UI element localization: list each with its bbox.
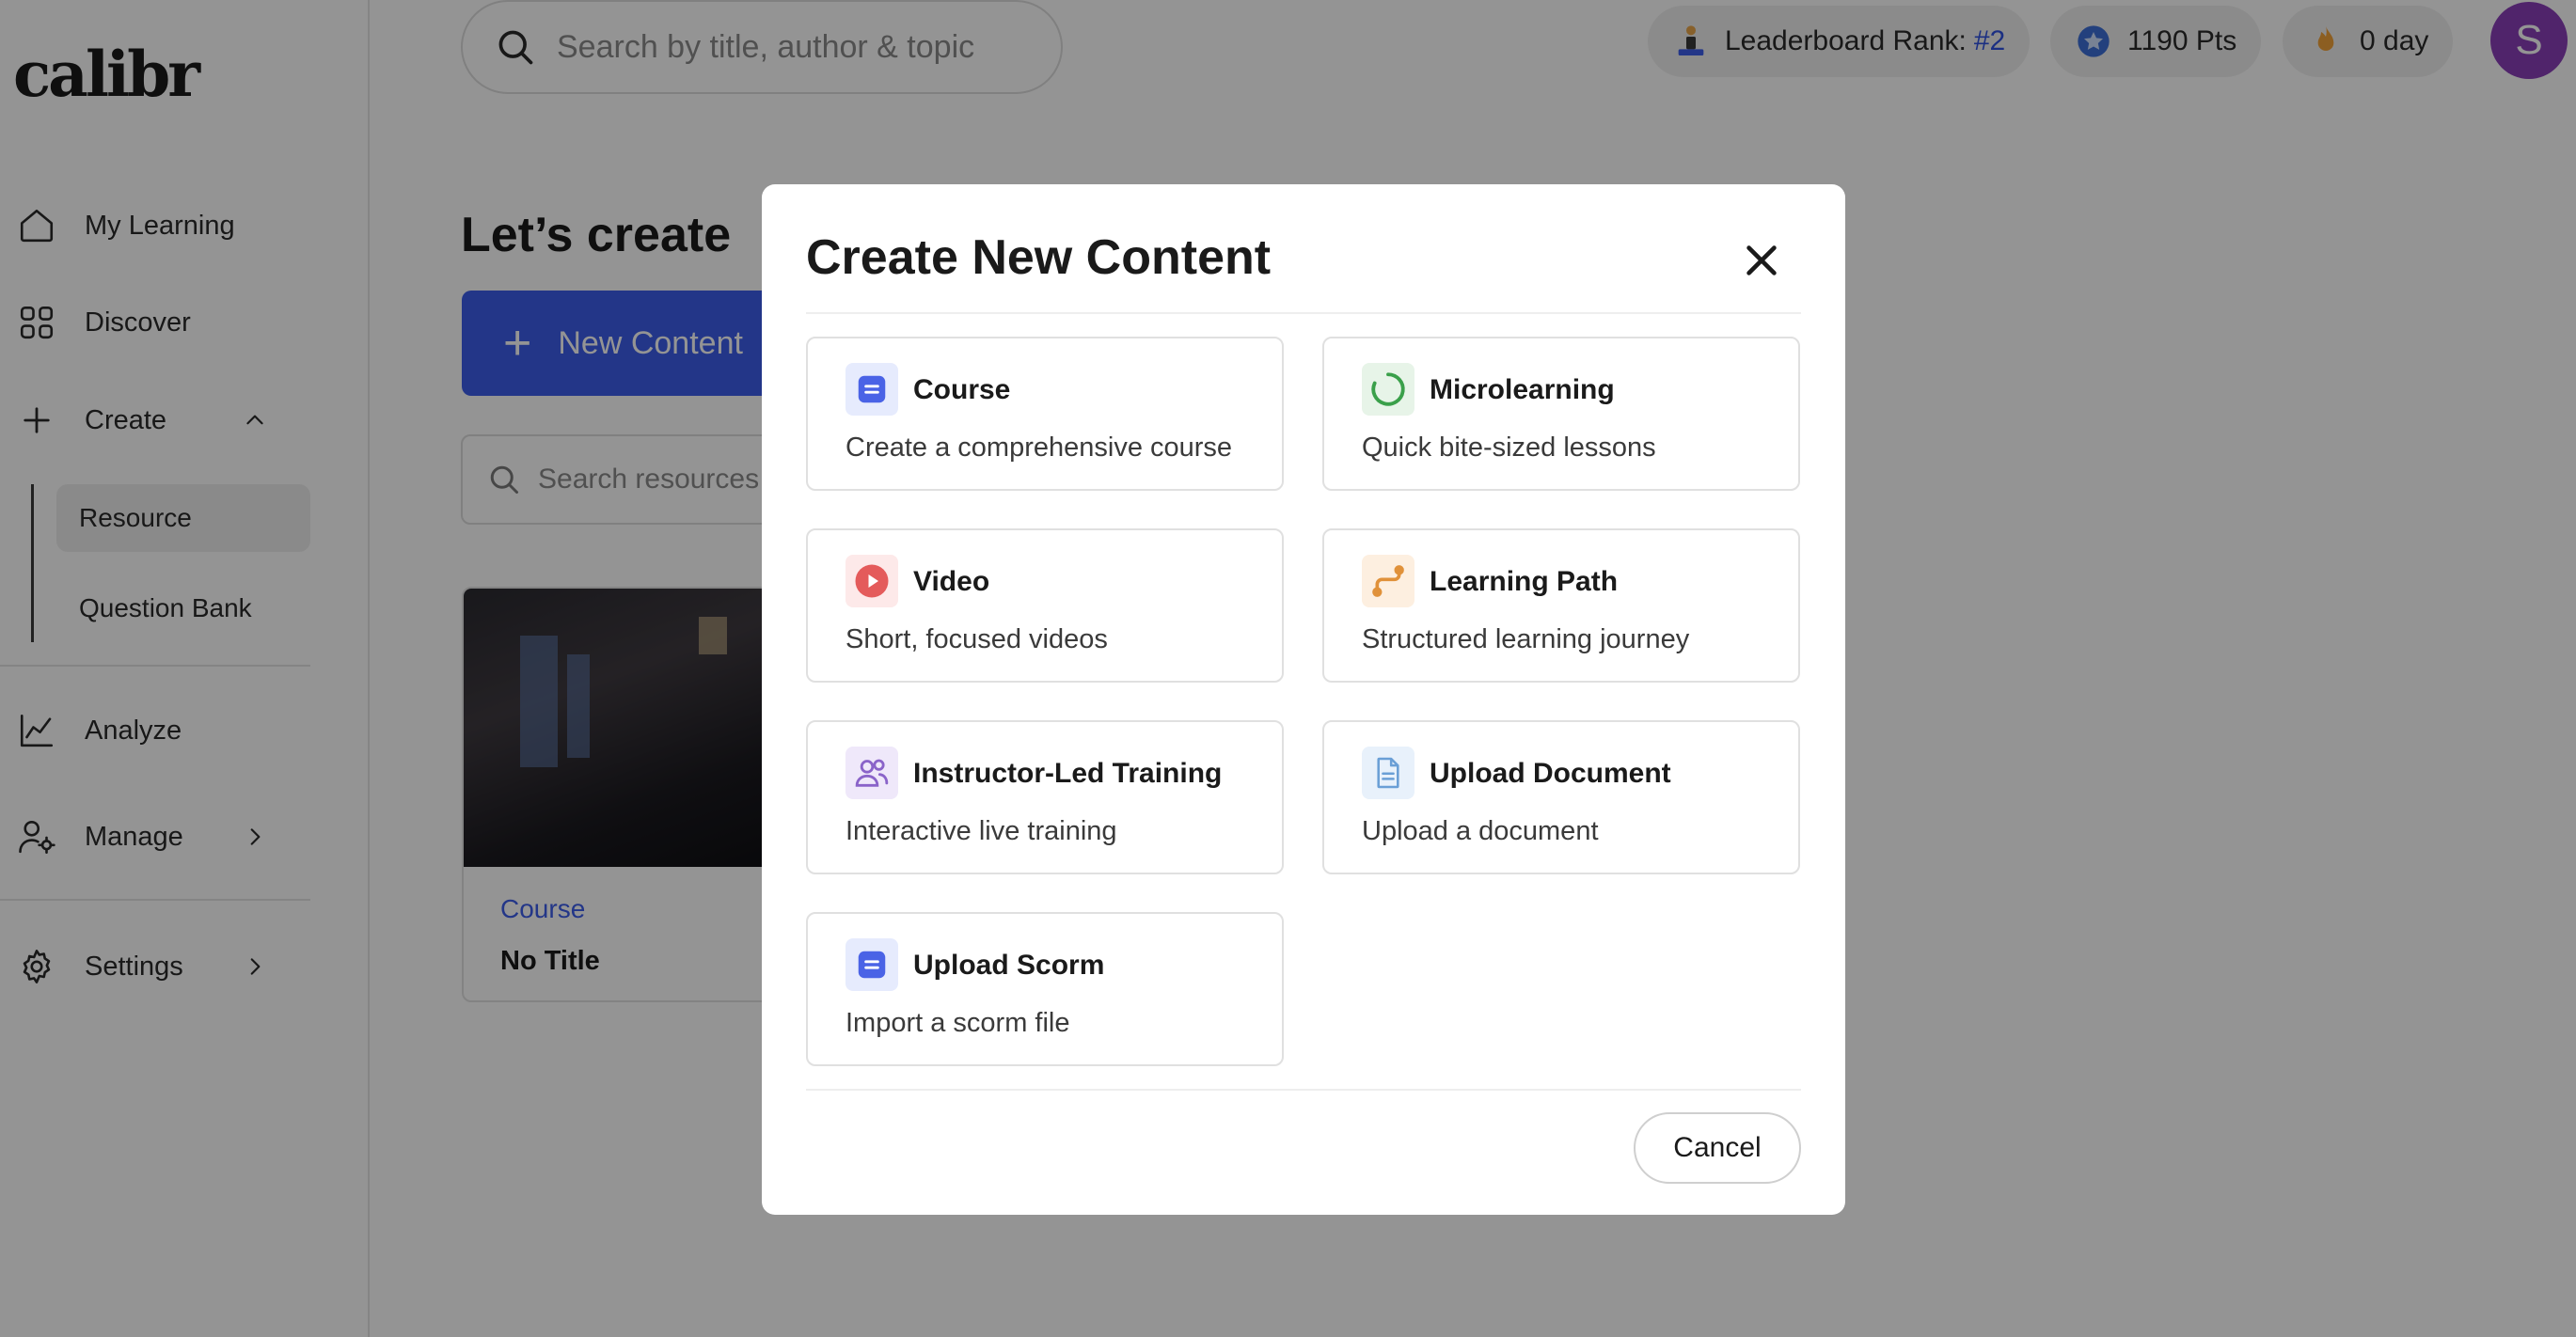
option-instructor-led-training[interactable]: Instructor-Led Training Interactive live… bbox=[806, 720, 1284, 874]
users-icon bbox=[845, 747, 898, 799]
video-play-icon bbox=[845, 555, 898, 607]
option-description: Structured learning journey bbox=[1362, 624, 1690, 654]
option-description: Upload a document bbox=[1362, 816, 1599, 846]
option-description: Import a scorm file bbox=[845, 1008, 1070, 1038]
scorm-icon bbox=[845, 938, 898, 991]
option-description: Interactive live training bbox=[845, 816, 1117, 846]
option-name: Learning Path bbox=[1430, 566, 1619, 597]
option-description: Quick bite-sized lessons bbox=[1362, 433, 1656, 463]
microlearning-icon bbox=[1362, 363, 1414, 416]
option-description: Short, focused videos bbox=[845, 624, 1108, 654]
option-learning-path[interactable]: Learning Path Structured learning journe… bbox=[1322, 528, 1800, 683]
option-name: Instructor-Led Training bbox=[913, 758, 1223, 789]
option-name: Video bbox=[913, 566, 990, 597]
option-name: Microlearning bbox=[1430, 374, 1615, 405]
cancel-button[interactable]: Cancel bbox=[1634, 1112, 1801, 1184]
option-microlearning[interactable]: Microlearning Quick bite-sized lessons bbox=[1322, 337, 1800, 491]
option-upload-scorm[interactable]: Upload Scorm Import a scorm file bbox=[806, 912, 1284, 1066]
option-name: Course bbox=[913, 374, 1011, 405]
modal-divider bbox=[806, 312, 1801, 314]
modal-divider bbox=[806, 1089, 1801, 1091]
option-description: Create a comprehensive course bbox=[845, 433, 1233, 463]
option-name: Upload Document bbox=[1430, 758, 1671, 789]
option-course[interactable]: Course Create a comprehensive course bbox=[806, 337, 1284, 491]
course-icon bbox=[845, 363, 898, 416]
option-name: Upload Scorm bbox=[913, 950, 1105, 981]
learning-path-icon bbox=[1362, 555, 1414, 607]
option-video[interactable]: Video Short, focused videos bbox=[806, 528, 1284, 683]
document-icon bbox=[1362, 747, 1414, 799]
modal-title: Create New Content bbox=[806, 230, 1272, 285]
close-icon[interactable] bbox=[1740, 239, 1783, 282]
create-content-modal: Create New Content Course Create a compr… bbox=[762, 184, 1845, 1215]
option-upload-document[interactable]: Upload Document Upload a document bbox=[1322, 720, 1800, 874]
